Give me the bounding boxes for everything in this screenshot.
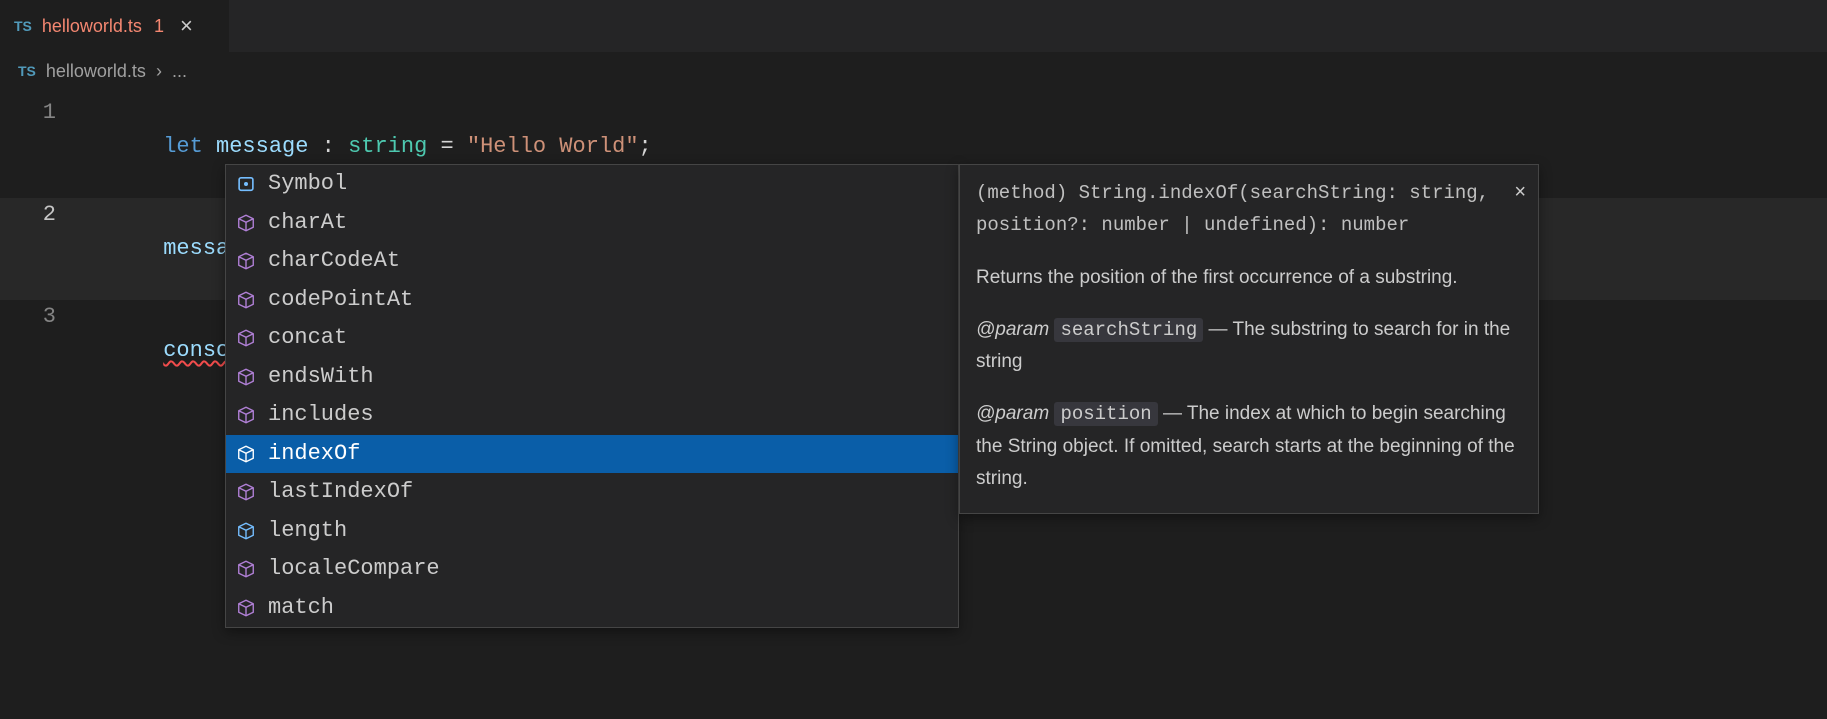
- suggest-item-label: charCodeAt: [268, 245, 400, 278]
- suggest-item-indexOf[interactable]: indexOf: [226, 435, 958, 474]
- tab-problem-count: 1: [154, 16, 164, 37]
- suggest-item-label: indexOf: [268, 438, 360, 471]
- method-icon: [236, 405, 256, 425]
- editor-tab[interactable]: TS helloworld.ts 1 ×: [0, 0, 230, 52]
- jsdoc-tag: @param: [976, 319, 1049, 340]
- close-icon[interactable]: ×: [1514, 175, 1526, 209]
- type-annotation: string: [348, 134, 427, 159]
- suggest-item-match[interactable]: match: [226, 589, 958, 628]
- chevron-right-icon: ›: [156, 61, 162, 82]
- identifier: message: [216, 134, 308, 159]
- param-doc: @param position — The index at which to …: [976, 398, 1522, 495]
- punct: :: [308, 134, 348, 159]
- suggest-item-Symbol[interactable]: Symbol: [226, 165, 958, 204]
- method-description: Returns the position of the first occurr…: [976, 262, 1522, 294]
- suggest-item-label: Symbol: [268, 168, 347, 201]
- sep: —: [1209, 319, 1233, 340]
- breadcrumb-file[interactable]: helloworld.ts: [46, 61, 146, 82]
- method-icon: [236, 559, 256, 579]
- line-number: 1: [0, 96, 84, 130]
- param-name: position: [1054, 402, 1157, 426]
- suggest-item-length[interactable]: length: [226, 512, 958, 551]
- suggest-item-charAt[interactable]: charAt: [226, 204, 958, 243]
- line-number: 2: [0, 198, 84, 232]
- typescript-icon: TS: [18, 63, 36, 79]
- method-icon: [236, 482, 256, 502]
- suggest-item-includes[interactable]: includes: [226, 396, 958, 435]
- method-icon: [236, 213, 256, 233]
- suggest-item-label: codePointAt: [268, 284, 413, 317]
- suggest-item-localeCompare[interactable]: localeCompare: [226, 550, 958, 589]
- suggest-item-label: includes: [268, 399, 374, 432]
- punct: =: [427, 134, 467, 159]
- intellisense-detail: × (method) String.indexOf(searchString: …: [959, 164, 1539, 514]
- suggest-item-label: length: [268, 515, 347, 548]
- suggest-item-label: lastIndexOf: [268, 476, 413, 509]
- suggest-item-label: charAt: [268, 207, 347, 240]
- intellisense-suggest[interactable]: Symbol charAt charCodeAt codePointAt concat e…: [225, 164, 959, 628]
- suggest-item-label: localeCompare: [268, 553, 440, 586]
- suggest-item-charCodeAt[interactable]: charCodeAt: [226, 242, 958, 281]
- close-icon[interactable]: ×: [180, 15, 193, 37]
- jsdoc-tag: @param: [976, 403, 1049, 424]
- method-signature: (method) String.indexOf(searchString: st…: [976, 177, 1522, 242]
- value-icon: [236, 174, 256, 194]
- punct: ;: [639, 134, 652, 159]
- suggest-item-label: match: [268, 592, 334, 625]
- string-literal: "Hello World": [467, 134, 639, 159]
- tab-filename: helloworld.ts: [42, 16, 142, 37]
- method-icon: [236, 598, 256, 618]
- suggest-item-label: concat: [268, 322, 347, 355]
- sep: —: [1163, 403, 1187, 424]
- line-number: 3: [0, 300, 84, 334]
- tab-bar: TS helloworld.ts 1 ×: [0, 0, 1827, 52]
- suggest-item-codePointAt[interactable]: codePointAt: [226, 281, 958, 320]
- method-icon: [236, 367, 256, 387]
- suggest-item-lastIndexOf[interactable]: lastIndexOf: [226, 473, 958, 512]
- param-name: searchString: [1054, 318, 1203, 342]
- breadcrumb-tail[interactable]: ...: [172, 61, 187, 82]
- method-icon: [236, 444, 256, 464]
- keyword-let: let: [163, 134, 203, 159]
- field-icon: [236, 521, 256, 541]
- method-icon: [236, 251, 256, 271]
- method-icon: [236, 328, 256, 348]
- suggest-item-concat[interactable]: concat: [226, 319, 958, 358]
- breadcrumb[interactable]: TS helloworld.ts › ...: [0, 52, 1827, 90]
- param-doc: @param searchString — The substring to s…: [976, 314, 1522, 379]
- suggest-item-endsWith[interactable]: endsWith: [226, 358, 958, 397]
- method-icon: [236, 290, 256, 310]
- suggest-item-label: endsWith: [268, 361, 374, 394]
- typescript-icon: TS: [14, 18, 32, 34]
